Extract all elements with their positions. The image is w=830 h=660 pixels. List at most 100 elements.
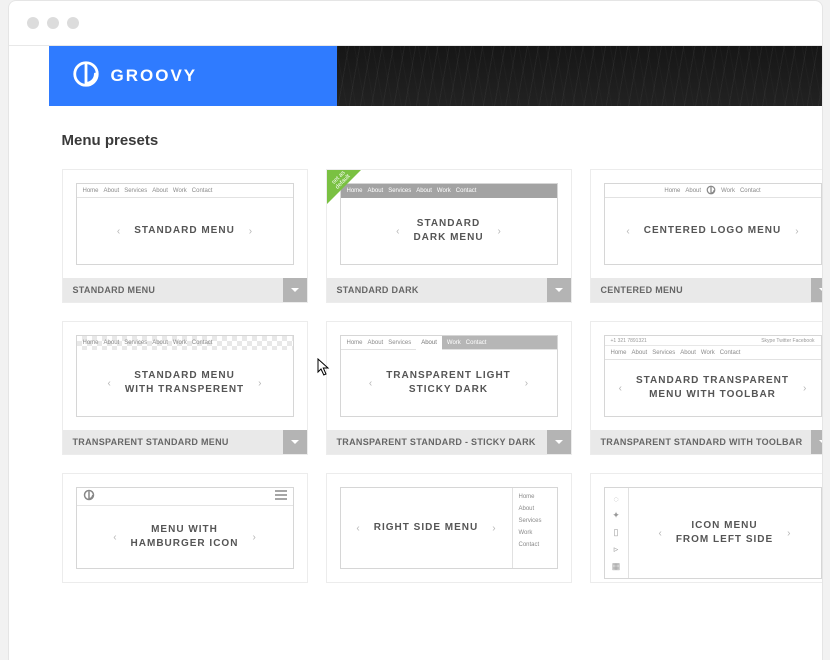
preset-card[interactable]: set asdefault HomeAboutServicesAboutWork… xyxy=(326,169,572,303)
window-minimize-icon[interactable] xyxy=(47,17,59,29)
preset-caption: TRANSPARENT STANDARD MENU xyxy=(63,437,283,447)
next-arrow-icon: › xyxy=(799,383,810,394)
preset-preview: Home About Services About Work Contact ‹… xyxy=(327,322,571,430)
demo-nav-item: About xyxy=(685,188,701,194)
prev-arrow-icon: ‹ xyxy=(113,226,124,237)
preset-preview: set asdefault HomeAboutServicesAboutWork… xyxy=(327,170,571,278)
window-close-icon[interactable] xyxy=(27,17,39,29)
preset-dropdown-button[interactable] xyxy=(811,430,822,454)
preset-title: RIGHT SIDE MENU xyxy=(374,521,478,536)
side-nav-item: About xyxy=(519,506,551,512)
preset-grid: Home About Services About Work Contact ‹ STAN… xyxy=(49,169,822,583)
demo-nav-logo-icon xyxy=(83,488,95,506)
preset-card[interactable]: HomeAboutServicesAboutWorkContact ‹ STAN… xyxy=(62,321,308,455)
preset-preview: ‹ MENU WITHHAMBURGER ICON › xyxy=(63,474,307,582)
app-window: GROOVY Menu presets Home About Services Abo… xyxy=(8,0,823,660)
toolbar-phone: +1 321 7891321 xyxy=(611,338,647,344)
preset-caption-bar: TRANSPARENT STANDARD WITH TOOLBAR xyxy=(591,430,822,454)
demo-nav-item: About xyxy=(104,340,120,346)
demo-nav-item: Work xyxy=(721,188,735,194)
preset-preview: HomeAboutServicesAboutWorkContact ‹ STAN… xyxy=(63,170,307,278)
demo-nav-item: About xyxy=(368,340,384,346)
next-arrow-icon: › xyxy=(783,528,794,539)
prev-arrow-icon: ‹ xyxy=(109,532,120,543)
preset-caption: TRANSPARENT STANDARD WITH TOOLBAR xyxy=(591,437,811,447)
preset-card[interactable]: +1 321 7891321 Skype Twitter Facebook Ho… xyxy=(590,321,822,455)
demo-nav-item: Home xyxy=(664,188,680,194)
prev-arrow-icon: ‹ xyxy=(622,226,633,237)
preset-caption: TRANSPARENT STANDARD - STICKY DARK xyxy=(327,437,547,447)
preset-card[interactable]: HomeAboutServicesAboutWorkContact ‹ STAN… xyxy=(62,169,308,303)
hero-image xyxy=(337,46,822,106)
hamburger-icon xyxy=(275,488,287,506)
demo-nav-item: About xyxy=(104,188,120,194)
demo-nav-item: Services xyxy=(124,188,147,194)
preset-preview: HomeAboutServicesAboutWorkContact ‹ STAN… xyxy=(63,322,307,430)
window-titlebar xyxy=(9,1,822,46)
preset-title: TRANSPARENT LIGHTSTICKY DARK xyxy=(386,369,511,398)
prev-arrow-icon: ‹ xyxy=(352,523,363,534)
preset-dropdown-button[interactable] xyxy=(547,430,571,454)
default-ribbon: set asdefault xyxy=(327,170,361,204)
brand-block: GROOVY xyxy=(49,46,337,106)
toolbar-social: Skype Twitter Facebook xyxy=(761,338,814,344)
demo-nav-item: About xyxy=(416,336,442,350)
demo-nav-item: Work xyxy=(173,188,187,194)
demo-nav-item: Work xyxy=(701,350,715,356)
next-arrow-icon: › xyxy=(248,532,259,543)
preset-dropdown-button[interactable] xyxy=(283,278,307,302)
section-title: Menu presets xyxy=(62,132,822,149)
preset-caption-bar: TRANSPARENT STANDARD MENU xyxy=(63,430,307,454)
window-zoom-icon[interactable] xyxy=(67,17,79,29)
demo-nav-item: Work xyxy=(173,340,187,346)
side-nav-item: Contact xyxy=(519,542,551,548)
prev-arrow-icon: ‹ xyxy=(615,383,626,394)
preset-caption-bar: STANDARD DARK xyxy=(327,278,571,302)
demo-nav-item: Work xyxy=(447,340,461,346)
demo-nav-item: Work xyxy=(437,188,451,194)
preset-preview: +1 321 7891321 Skype Twitter Facebook Ho… xyxy=(591,322,822,430)
preset-caption: CENTERED MENU xyxy=(591,285,811,295)
next-arrow-icon: › xyxy=(521,378,532,389)
preset-title: ICON MENUFROM LEFT SIDE xyxy=(676,519,773,548)
side-icon-drop: ◌ xyxy=(613,494,618,504)
side-icon-box: ▯ xyxy=(614,527,619,538)
preset-preview: ‹ RIGHT SIDE MENU › Home About Services … xyxy=(327,474,571,582)
preset-title: STANDARD MENUWITH TRANSPERENT xyxy=(125,369,244,398)
next-arrow-icon: › xyxy=(791,226,802,237)
next-arrow-icon: › xyxy=(254,378,265,389)
brand-logo-icon xyxy=(71,59,101,94)
prev-arrow-icon: ‹ xyxy=(654,528,665,539)
brand-name: GROOVY xyxy=(111,66,198,86)
preset-dropdown-button[interactable] xyxy=(283,430,307,454)
preset-card[interactable]: Home About Services About Work Contact ‹… xyxy=(326,321,572,455)
demo-nav-item: About xyxy=(152,188,168,194)
preset-title: STANDARDDARK MENU xyxy=(413,217,483,246)
demo-nav-item: Contact xyxy=(466,340,487,346)
preset-card[interactable]: ‹ MENU WITHHAMBURGER ICON › xyxy=(62,473,308,583)
preset-caption: STANDARD DARK xyxy=(327,285,547,295)
preset-dropdown-button[interactable] xyxy=(811,278,822,302)
demo-nav-item: Contact xyxy=(720,350,741,356)
demo-nav-item: Home xyxy=(611,350,627,356)
prev-arrow-icon: ‹ xyxy=(103,378,114,389)
preset-title: MENU WITHHAMBURGER ICON xyxy=(131,523,239,552)
preset-card[interactable]: ‹ RIGHT SIDE MENU › Home About Services … xyxy=(326,473,572,583)
side-nav-item: Services xyxy=(519,518,551,524)
demo-nav-item: Services xyxy=(652,350,675,356)
preset-title: STANDARD MENU xyxy=(134,224,235,239)
ribbon-label: set asdefault xyxy=(324,164,357,197)
demo-nav-item: Services xyxy=(124,340,147,346)
demo-nav-item: Home xyxy=(83,340,99,346)
preset-dropdown-button[interactable] xyxy=(547,278,571,302)
preset-card[interactable]: Home About Work Contact ‹ CENTERED LOGO … xyxy=(590,169,822,303)
demo-nav-item: Contact xyxy=(740,188,761,194)
demo-nav-logo-icon xyxy=(706,185,716,197)
next-arrow-icon: › xyxy=(494,226,505,237)
side-nav-item: Home xyxy=(519,494,551,500)
demo-nav-item: About xyxy=(368,188,384,194)
demo-nav-item: About xyxy=(632,350,648,356)
preset-card[interactable]: ◌ ✦ ▯ ▹ ▦ ‹ ICON MENUFROM LEFT SIDE › xyxy=(590,473,822,583)
side-icon-play: ▹ xyxy=(614,544,619,555)
preset-preview: ◌ ✦ ▯ ▹ ▦ ‹ ICON MENUFROM LEFT SIDE › xyxy=(591,474,822,582)
